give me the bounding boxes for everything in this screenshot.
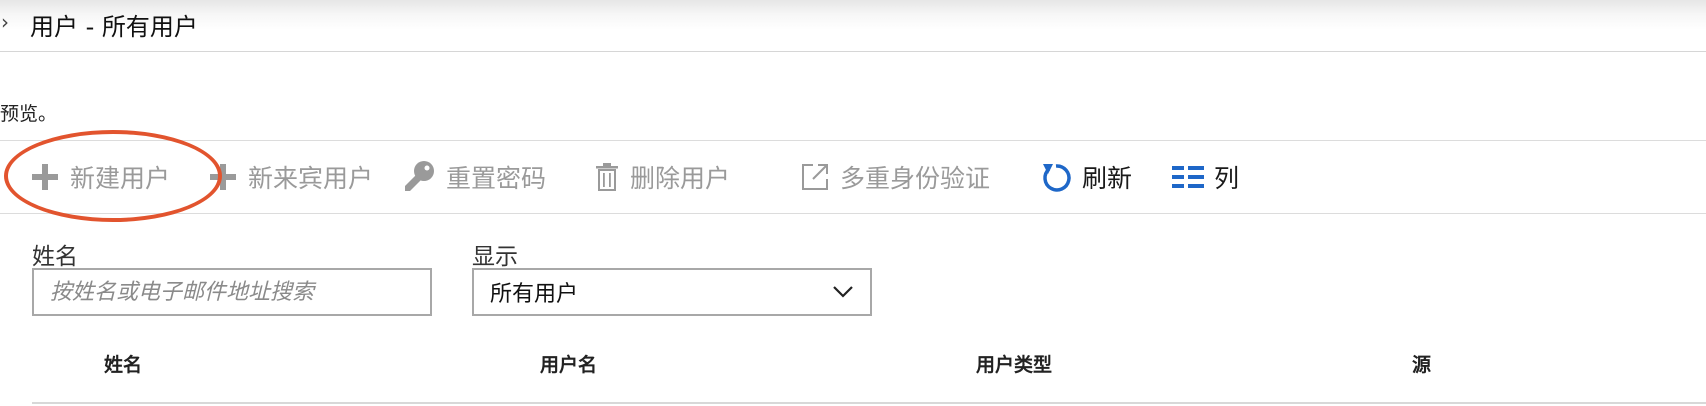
columns-icon: [1172, 165, 1204, 189]
chevron-right-icon[interactable]: ›: [1, 10, 9, 34]
name-filter-label: 姓名: [32, 244, 78, 270]
reset-password-label: 重置密码: [446, 164, 547, 193]
column-header-username[interactable]: 用户名: [540, 350, 597, 377]
show-dropdown-value: 所有用户: [490, 282, 579, 307]
refresh-button[interactable]: 刷新: [1040, 141, 1132, 213]
delete-user-label: 删除用户: [630, 164, 731, 193]
columns-button[interactable]: 列: [1172, 141, 1239, 213]
page-title: 用户 - 所有用户: [30, 13, 198, 41]
delete-user-button[interactable]: 删除用户: [594, 141, 730, 213]
columns-label: 列: [1214, 164, 1240, 193]
table-header: 姓名 用户名 用户类型 源: [32, 346, 1706, 404]
new-user-button[interactable]: 新建用户: [30, 141, 170, 213]
plus-icon: [208, 162, 238, 192]
new-user-label: 新建用户: [70, 164, 171, 193]
external-link-icon: [800, 162, 830, 192]
search-input[interactable]: [32, 268, 432, 316]
refresh-icon: [1040, 160, 1072, 194]
plus-icon: [30, 162, 60, 192]
refresh-label: 刷新: [1082, 164, 1133, 193]
command-toolbar: 新建用户 新来宾用户 重置密码 删除用户 多重身份验证 刷新 列: [0, 140, 1706, 214]
key-icon: [402, 160, 436, 194]
new-guest-user-button[interactable]: 新来宾用户: [208, 141, 373, 213]
reset-password-button[interactable]: 重置密码: [402, 141, 546, 213]
mfa-button[interactable]: 多重身份验证: [800, 141, 990, 213]
new-guest-user-label: 新来宾用户: [248, 164, 374, 193]
preview-notice: 预览。: [0, 103, 58, 125]
chevron-down-icon: [832, 280, 854, 305]
column-header-name[interactable]: 姓名: [104, 350, 142, 377]
show-dropdown[interactable]: 所有用户: [472, 268, 872, 316]
column-header-user-type[interactable]: 用户类型: [976, 350, 1052, 377]
mfa-label: 多重身份验证: [840, 164, 991, 193]
show-filter-label: 显示: [472, 244, 518, 270]
column-header-source[interactable]: 源: [1412, 350, 1431, 377]
page-header: › 用户 - 所有用户: [0, 0, 1706, 52]
trash-icon: [594, 162, 620, 192]
